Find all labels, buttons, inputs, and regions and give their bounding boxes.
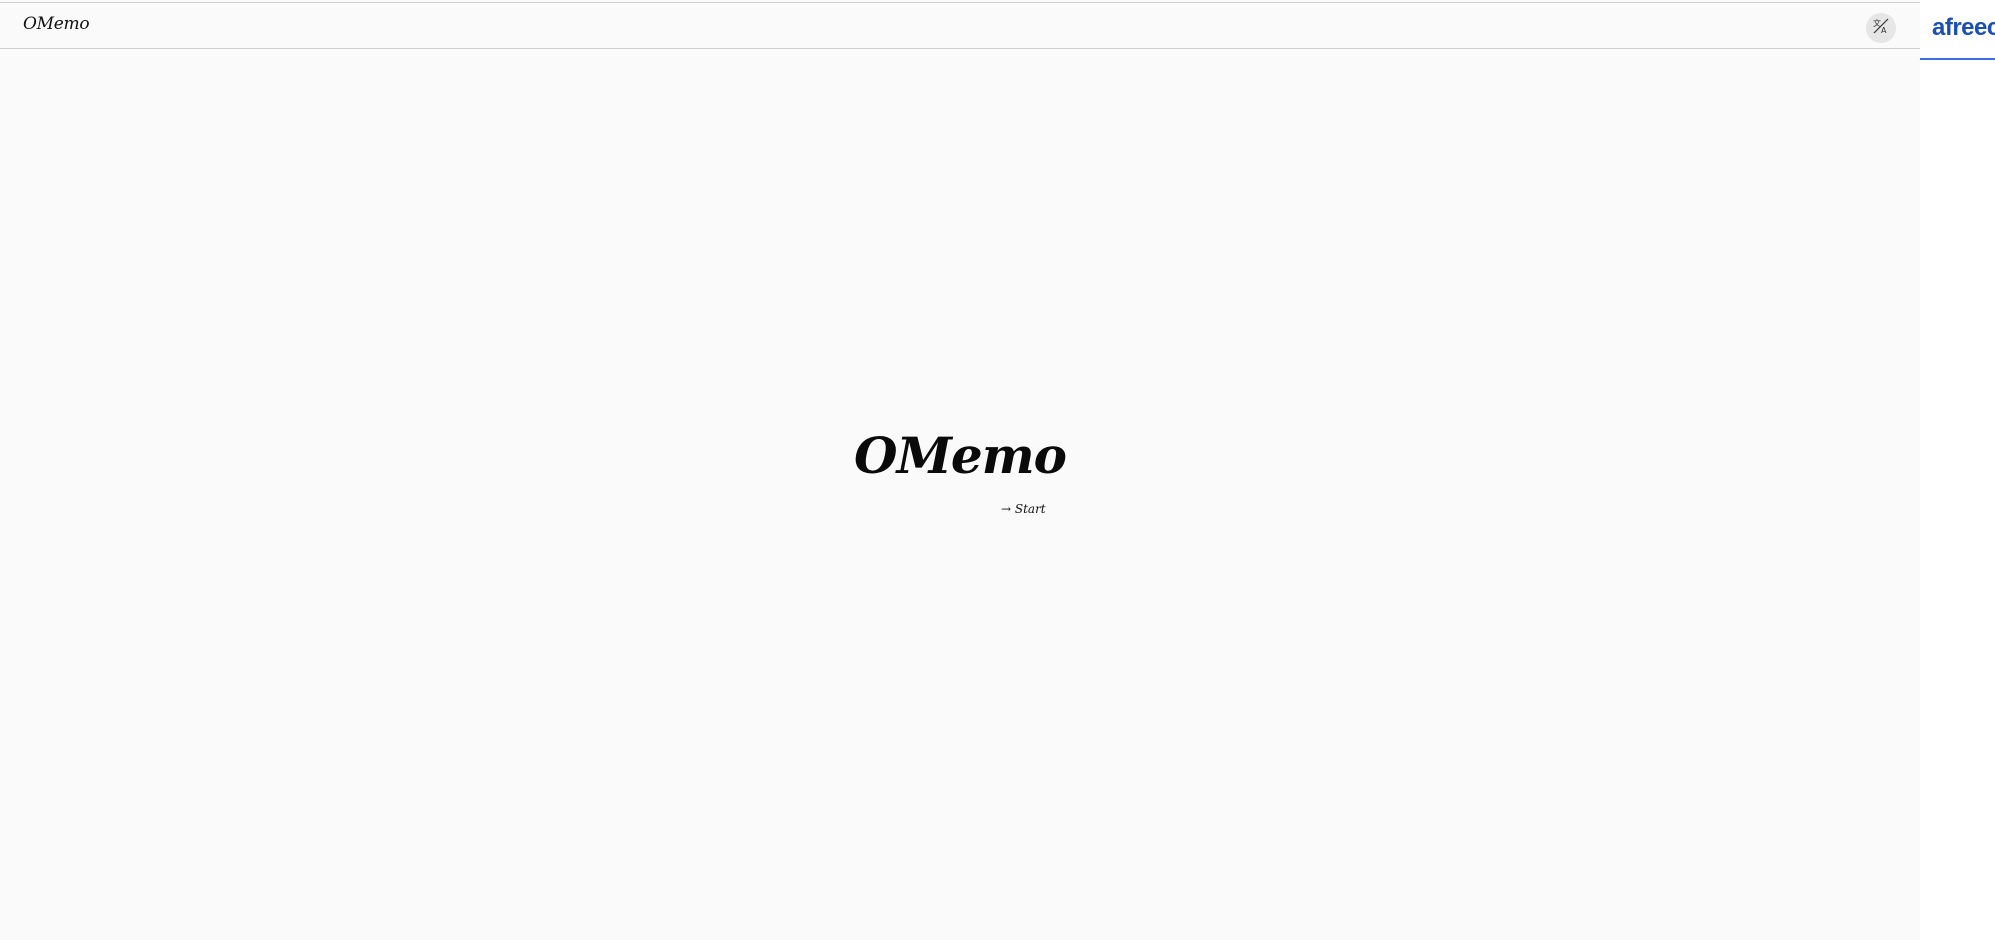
translate-toggle-icon: 文 A <box>1872 17 1890 39</box>
side-panel: afreec <box>1920 0 1995 940</box>
hero-title: OMemo <box>854 426 1067 485</box>
app-window: OMemo 文 A OMemo → Start <box>0 0 1920 940</box>
side-tab-indicator <box>1920 58 1995 60</box>
top-bar: OMemo 文 A <box>0 2 1920 49</box>
start-link[interactable]: → Start <box>1001 502 1046 516</box>
side-logo[interactable]: afreec <box>1932 14 1995 42</box>
settings-toggle-button[interactable]: 文 A <box>1866 13 1896 43</box>
svg-text:A: A <box>1881 26 1887 35</box>
header-brand[interactable]: OMemo <box>23 14 90 34</box>
